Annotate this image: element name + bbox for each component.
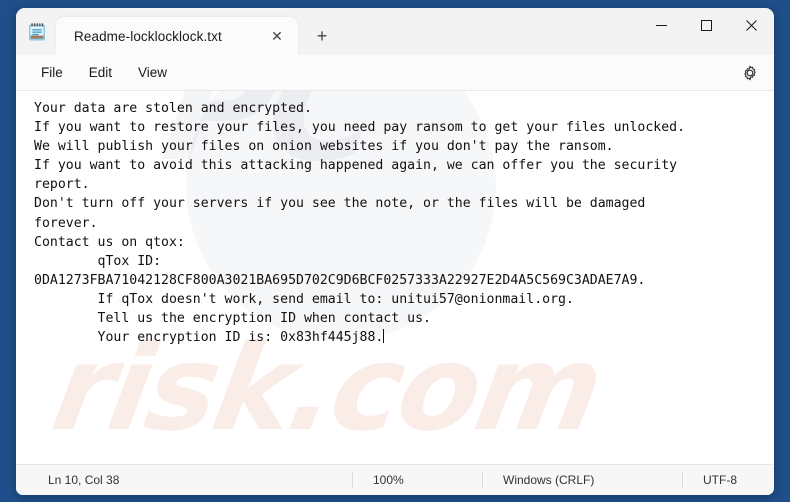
note-line: forever. [34,215,98,231]
text-editor-area[interactable]: PC risk.com Your data are stolen and enc… [16,91,774,464]
close-icon[interactable] [729,8,774,42]
note-line: Your encryption ID is: 0x83hf445j88. [34,329,385,346]
note-line: If you want to restore your files, you n… [34,120,686,136]
notepad-icon [26,21,48,43]
note-line: Don't turn off your servers if you see t… [34,196,646,212]
status-encoding[interactable]: UTF-8 [683,471,751,489]
menu-item-view[interactable]: View [125,60,180,85]
title-bar[interactable]: Readme-locklocklock.txt ✕ + [16,8,774,55]
tab-close-icon[interactable]: ✕ [264,23,290,49]
note-line: If you want to avoid this attacking happ… [34,158,678,174]
status-bar: Ln 10, Col 38 100% Windows (CRLF) UTF-8 [16,464,774,495]
note-line: report. [34,177,90,193]
ransom-note-text[interactable]: Your data are stolen and encrypted. If yo… [16,91,774,347]
maximize-icon[interactable] [684,8,729,42]
note-line: qTox ID: [34,253,162,269]
gear-icon[interactable] [736,59,764,87]
note-line: If qTox doesn't work, send email to: uni… [34,291,574,307]
tab-title: Readme-locklocklock.txt [74,28,222,44]
menu-item-file[interactable]: File [28,60,76,85]
tab-readme[interactable]: Readme-locklocklock.txt ✕ [56,17,298,55]
notepad-window: Readme-locklocklock.txt ✕ + File Edit Vi… [16,8,774,495]
status-line-ending[interactable]: Windows (CRLF) [483,471,682,489]
note-line: We will publish your files on onion webs… [34,139,614,155]
status-cursor-position: Ln 10, Col 38 [48,473,120,487]
note-line: Your data are stolen and encrypted. [34,101,312,116]
status-zoom[interactable]: 100% [353,471,482,489]
note-line: Contact us on qtox: [34,234,185,250]
note-line: 0DA1273FBA71042128CF800A3021BA695D702C9D… [34,272,646,288]
menu-bar: File Edit View [16,55,774,91]
menu-item-edit[interactable]: Edit [76,60,125,85]
window-controls [639,8,774,42]
new-tab-button[interactable]: + [306,20,338,52]
minimize-icon[interactable] [639,8,684,42]
text-caret [383,329,385,344]
note-line: Tell us the encryption ID when contact u… [34,311,431,327]
